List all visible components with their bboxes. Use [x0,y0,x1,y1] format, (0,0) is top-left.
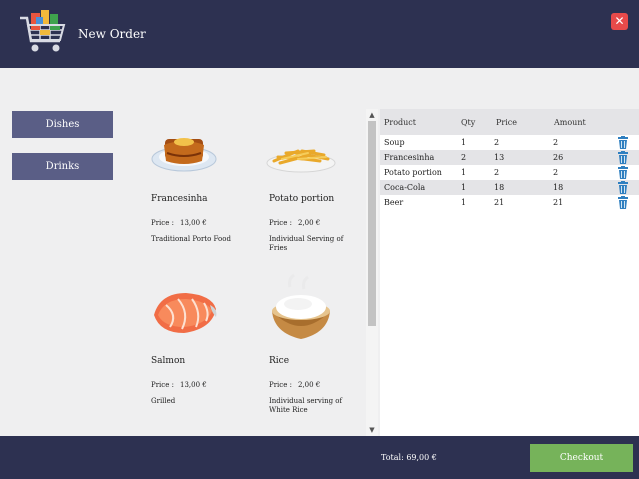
page-title: New Order [78,27,146,41]
product-price-row: Price : 2,00 € [269,219,320,227]
fries-image [266,149,336,173]
scroll-down-arrow-icon[interactable]: ▼ [366,425,378,435]
product-card-potato-portion[interactable]: Potato portion Price : 2,00 € Individual … [258,109,366,264]
row-price: 2 [494,168,500,177]
product-description: Individual Serving of Fries [269,235,344,252]
close-button[interactable]: ✕ [611,13,628,30]
drinks-category-button[interactable]: Drinks [12,153,113,180]
row-price: 2 [494,138,500,147]
product-price: 13,00 € [180,219,207,227]
price-label: Price : [269,219,292,227]
price-label: Price : [151,381,174,389]
order-table: Product Qty Price Amount Soup 1 2 2 Fran… [380,109,639,436]
product-price-row: Price : 13,00 € [151,219,207,227]
product-name: Potato portion [269,194,335,204]
row-amount: 2 [553,168,559,177]
row-product: Soup [384,138,405,147]
table-row[interactable]: Soup 1 2 2 [380,135,639,150]
row-qty: 1 [461,168,467,177]
column-qty: Qty [461,118,476,127]
row-amount: 18 [553,183,564,192]
francesinha-image [151,138,217,172]
order-total: Total: 69,00 € [381,453,437,462]
salmon-image [154,293,217,333]
dishes-category-button[interactable]: Dishes [12,111,113,138]
row-price: 18 [494,183,505,192]
row-product: Beer [384,198,404,207]
row-qty: 1 [461,138,467,147]
table-row[interactable]: Coca-Cola 1 18 18 [380,180,639,195]
product-price-row: Price : 13,00 € [151,381,207,389]
row-product: Francesinha [384,153,435,162]
app-header: New Order ✕ [0,0,639,68]
product-grid: Francesinha Price : 13,00 € Traditional P… [140,109,366,436]
product-card-salmon[interactable]: Salmon Price : 13,00 € Grilled [140,271,250,426]
scroll-thumb[interactable] [368,121,376,326]
row-qty: 2 [461,153,467,162]
column-product: Product [384,118,416,127]
price-label: Price : [151,219,174,227]
price-label: Price : [269,381,292,389]
column-price: Price [496,118,517,127]
trash-icon[interactable] [618,181,628,194]
column-amount: Amount [554,118,586,127]
table-row[interactable]: Beer 1 21 21 [380,195,639,210]
product-description: Grilled [151,397,176,405]
product-description: Individual serving of White Rice [269,397,343,414]
product-name: Francesinha [151,194,208,204]
product-card-francesinha[interactable]: Francesinha Price : 13,00 € Traditional P… [140,109,250,264]
row-amount: 2 [553,138,559,147]
row-qty: 1 [461,183,467,192]
trash-icon[interactable] [618,196,628,209]
table-row[interactable]: Potato portion 1 2 2 [380,165,639,180]
order-table-header: Product Qty Price Amount [380,109,639,135]
row-price: 13 [494,153,505,162]
row-amount: 26 [553,153,564,162]
product-card-rice[interactable]: Rice Price : 2,00 € Individual serving of… [258,271,366,426]
product-name: Salmon [151,356,186,366]
rice-image [272,273,330,339]
trash-icon[interactable] [618,136,628,149]
trash-icon[interactable] [618,151,628,164]
product-description: Traditional Porto Food [151,235,231,243]
product-price: 2,00 € [298,381,321,389]
product-scrollbar[interactable]: ▲ ▼ [366,109,378,436]
row-amount: 21 [553,198,564,207]
checkout-button[interactable]: Checkout [530,444,633,472]
row-price: 21 [494,198,505,207]
footer-bar: Total: 69,00 € Checkout [0,436,639,479]
product-price-row: Price : 2,00 € [269,381,320,389]
row-product: Coca-Cola [384,183,426,192]
trash-icon[interactable] [618,166,628,179]
product-name: Rice [269,356,290,366]
shopping-cart-logo-icon [20,10,66,52]
row-qty: 1 [461,198,467,207]
product-price: 2,00 € [298,219,321,227]
scroll-up-arrow-icon[interactable]: ▲ [366,110,378,120]
row-product: Potato portion [384,168,442,177]
product-price: 13,00 € [180,381,207,389]
table-row[interactable]: Francesinha 2 13 26 [380,150,639,165]
